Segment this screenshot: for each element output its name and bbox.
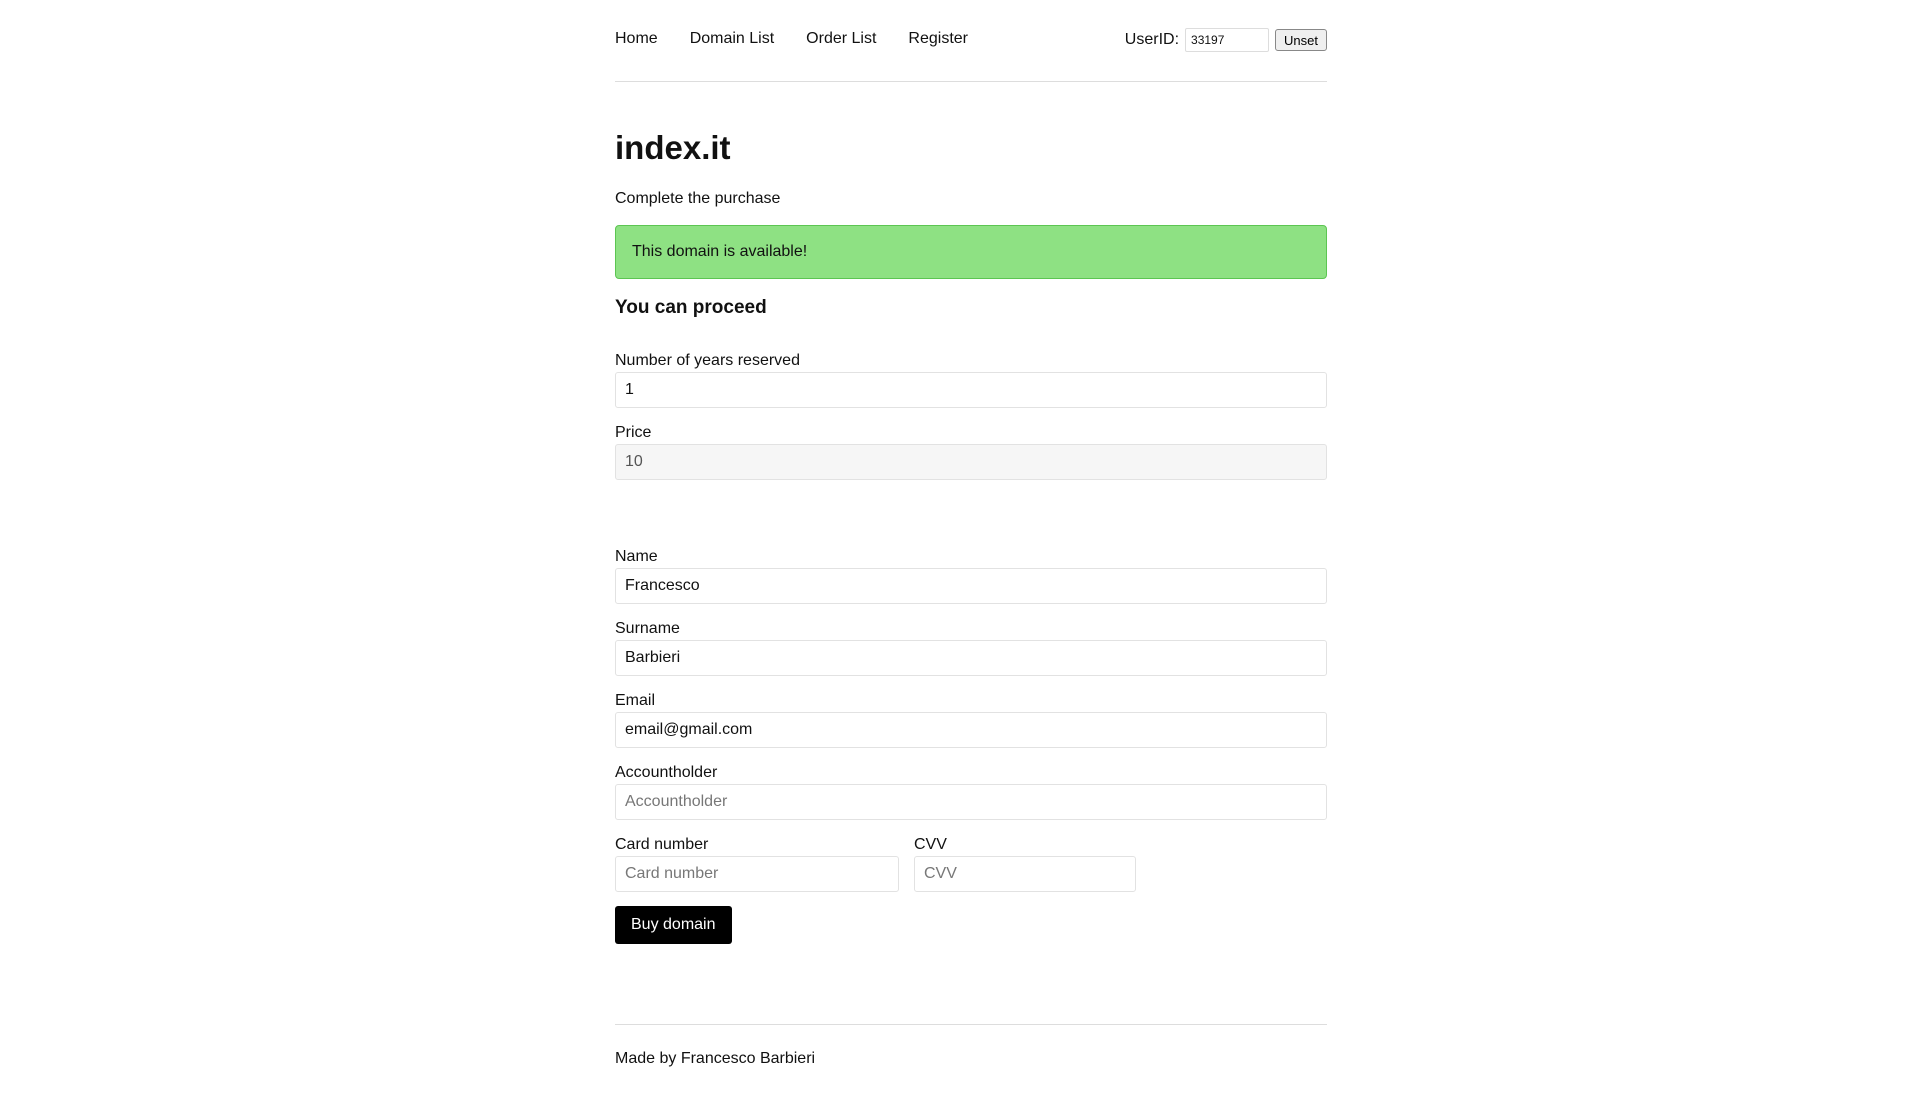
- page-container: Home Domain List Order List Register Use…: [615, 0, 1327, 1067]
- cvv-label: CVV: [914, 836, 947, 853]
- cvv-input[interactable]: [914, 856, 1136, 892]
- nav-domain-list-link[interactable]: Domain List: [690, 30, 774, 48]
- card-number-input[interactable]: [615, 856, 899, 892]
- footer-divider: [615, 1024, 1327, 1025]
- years-input[interactable]: [615, 372, 1327, 408]
- email-label: Email: [615, 692, 656, 709]
- domain-title: index.it: [615, 129, 731, 166]
- user-id-box: UserID: Unset: [1125, 28, 1327, 52]
- top-nav: Home Domain List Order List Register Use…: [615, 0, 1327, 82]
- buy-domain-button[interactable]: Buy domain: [615, 906, 732, 944]
- nav-order-list-link[interactable]: Order List: [806, 30, 876, 48]
- page-subtitle: Complete the purchase: [615, 190, 781, 207]
- unset-button[interactable]: Unset: [1275, 29, 1327, 51]
- user-id-input[interactable]: [1185, 28, 1270, 52]
- price-input: [615, 444, 1327, 480]
- name-label: Name: [615, 548, 658, 565]
- years-label: Number of years reserved: [615, 352, 800, 369]
- nav-home-link[interactable]: Home: [615, 30, 658, 48]
- availability-alert-text: This domain is available!: [632, 243, 808, 260]
- surname-label: Surname: [615, 620, 680, 637]
- email-input[interactable]: [615, 712, 1327, 748]
- accountholder-input[interactable]: [615, 784, 1327, 820]
- nav-links: Home Domain List Order List Register: [615, 30, 968, 48]
- name-input[interactable]: [615, 568, 1327, 604]
- price-label: Price: [615, 424, 652, 441]
- footer-credit: Made by Francesco Barbieri: [615, 1050, 816, 1067]
- surname-input[interactable]: [615, 640, 1327, 676]
- nav-register-link[interactable]: Register: [908, 30, 968, 48]
- accountholder-label: Accountholder: [615, 764, 718, 781]
- proceed-heading: You can proceed: [615, 297, 767, 318]
- availability-alert: This domain is available!: [615, 225, 1327, 279]
- user-id-label: UserID:: [1124, 31, 1180, 48]
- card-number-label: Card number: [615, 836, 709, 853]
